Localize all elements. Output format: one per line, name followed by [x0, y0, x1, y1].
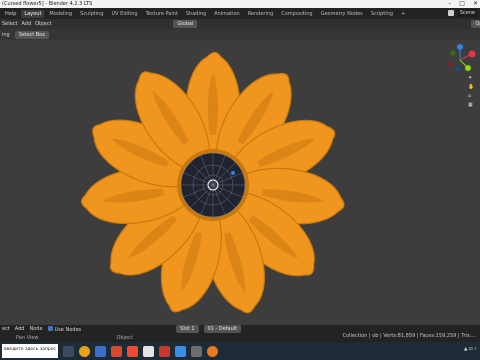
viewport-header: ing Select Box	[0, 29, 480, 40]
node-editor-header: ect Add Node Use Nodes Slot 1 01 - Defau…	[0, 325, 480, 333]
options-dropdown[interactable]: Options	[471, 20, 480, 28]
tab-compositing[interactable]: Compositing	[278, 10, 315, 18]
x-axis-handle	[468, 50, 476, 58]
system-tray[interactable]: ▲ ⊡ ♪	[464, 347, 477, 352]
3d-viewport[interactable]	[0, 40, 480, 325]
tab-shading[interactable]: Shading	[183, 10, 209, 18]
checkbox-icon	[47, 325, 53, 331]
menu-bar: Help Layout Modeling Sculpting UV Editin…	[0, 8, 480, 19]
z-axis-handle	[457, 44, 463, 50]
tab-rendering[interactable]: Rendering	[245, 10, 277, 18]
window-title: (Cursed flower5] - Blender 4.2.3 LTS	[2, 1, 93, 7]
transform-orientation-dropdown[interactable]: Global	[173, 20, 198, 28]
tab-geometry-nodes[interactable]: Geometry Nodes	[318, 10, 366, 18]
tab-modeling[interactable]: Modeling	[46, 10, 75, 18]
app-icon-4[interactable]	[175, 345, 186, 357]
windows-taskbar: введите здесь запрос ▲ ⊡ ♪	[0, 342, 480, 360]
tab-animation[interactable]: Animation	[211, 10, 243, 18]
app-icon-3[interactable]	[159, 345, 170, 357]
add-workspace-button[interactable]: +	[398, 10, 408, 18]
header-toolbar: Select Add Object Global Options	[0, 19, 480, 29]
maximize-button[interactable]: □	[459, 0, 465, 8]
minimize-button[interactable]: –	[448, 0, 451, 8]
task-view-icon[interactable]	[63, 345, 74, 357]
navigation-gizmo[interactable]: ✦ ✋ ⌂ ▦	[444, 44, 476, 114]
select-box-button[interactable]: Select Box	[14, 30, 50, 39]
tab-texture-paint[interactable]: Texture Paint	[143, 10, 181, 18]
scene-icon[interactable]	[447, 10, 454, 16]
menu-object[interactable]: Object	[35, 21, 51, 27]
tab-scripting[interactable]: Scripting	[368, 10, 396, 18]
tab-uv-editing[interactable]: UV Editing	[109, 10, 141, 18]
scene-field[interactable]: Scene	[456, 9, 478, 17]
chrome-icon[interactable]	[79, 345, 90, 357]
menu-help[interactable]: Help	[2, 10, 19, 18]
material-field[interactable]: 01 - Default	[203, 325, 242, 333]
tab-layout[interactable]: Layout	[21, 9, 45, 18]
app-icon-1[interactable]	[111, 345, 122, 357]
menu-node[interactable]: Node	[29, 326, 42, 332]
scene-stats: Collection | ob | Verts:81,859 | Faces:1…	[342, 333, 476, 339]
acrobat-icon[interactable]	[127, 345, 138, 357]
svg-text:✋: ✋	[468, 83, 474, 90]
explorer-icon[interactable]	[95, 345, 106, 357]
y-axis-handle	[465, 65, 471, 71]
svg-text:✦: ✦	[468, 75, 472, 81]
pan-view-hint: Pan View	[16, 334, 39, 341]
menu-select-nodes[interactable]: ect	[2, 326, 10, 332]
svg-text:⌂: ⌂	[468, 93, 471, 99]
app-icon-5[interactable]	[191, 345, 202, 357]
use-nodes-checkbox[interactable]: Use Nodes	[47, 325, 81, 333]
app-icon-2[interactable]	[143, 345, 154, 357]
tab-sculpting[interactable]: Sculpting	[77, 10, 106, 18]
menu-select[interactable]: Select	[2, 21, 17, 27]
flower-model	[80, 51, 345, 314]
object-hint: Object	[116, 334, 133, 341]
taskbar-search-input[interactable]: введите здесь запрос	[2, 344, 58, 358]
slot-dropdown[interactable]: Slot 1	[176, 325, 199, 333]
mode-label: ing	[2, 31, 10, 38]
status-bar: Pan View Object Collection | ob | Verts:…	[0, 333, 480, 342]
blender-icon[interactable]	[207, 345, 218, 357]
svg-text:▦: ▦	[468, 102, 473, 108]
menu-add-node[interactable]: Add	[15, 326, 25, 332]
close-button[interactable]: ✕	[473, 0, 478, 8]
title-bar: (Cursed flower5] - Blender 4.2.3 LTS – □…	[0, 0, 480, 8]
menu-add[interactable]: Add	[21, 21, 31, 27]
